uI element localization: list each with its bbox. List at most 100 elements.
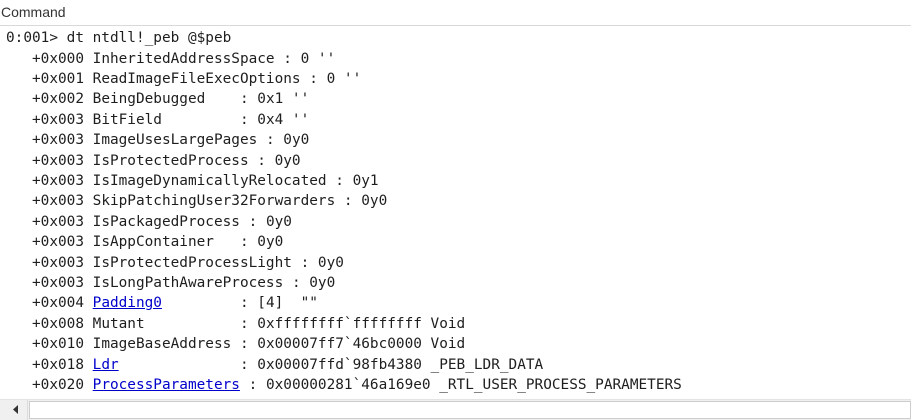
field-offset: +0x003	[32, 193, 84, 210]
row-gap	[84, 316, 93, 332]
row-gap	[84, 112, 93, 128]
field-padding	[240, 214, 249, 230]
struct-field-row: +0x004 Padding0 : [4] ""	[6, 293, 318, 313]
row-gap	[84, 91, 93, 107]
struct-field-row: +0x020 ProcessParameters : 0x00000281`46…	[6, 375, 682, 395]
row-indent	[6, 255, 32, 271]
struct-field-row: +0x003 BitField : 0x4 ''	[6, 110, 309, 130]
field-name: ReadImageFileExecOptions	[92, 71, 301, 87]
field-offset: +0x018	[32, 356, 84, 373]
field-padding	[214, 234, 240, 250]
field-name: Mutant	[92, 315, 145, 332]
field-padding	[257, 132, 266, 148]
field-padding	[162, 112, 240, 128]
row-indent	[6, 377, 32, 393]
field-value: : 0y0	[291, 275, 336, 291]
struct-field-row: +0x001 ReadImageFileExecOptions : 0 ''	[6, 69, 361, 89]
field-offset: +0x001	[32, 71, 84, 87]
field-padding	[292, 255, 301, 271]
row-indent	[6, 71, 32, 87]
field-value: : 0x00007ff7`46bc0000 Void	[239, 336, 466, 353]
row-gap	[84, 132, 93, 148]
window-title: Command	[1, 4, 66, 20]
field-offset: +0x000	[32, 50, 84, 67]
row-indent	[6, 275, 32, 291]
row-gap	[84, 336, 93, 352]
field-padding	[231, 336, 240, 352]
struct-field-row: +0x000 InheritedAddressSpace : 0 ''	[6, 49, 335, 69]
struct-field-row: +0x003 IsLongPathAwareProcess : 0y0	[6, 273, 335, 293]
row-gap	[84, 214, 93, 230]
field-name: ImageUsesLargePages	[92, 132, 258, 149]
field-name-link[interactable]: ProcessParameters	[93, 377, 240, 393]
field-value: : 0y0	[257, 152, 301, 169]
field-padding	[119, 357, 240, 373]
field-value: : [4] ""	[239, 295, 318, 312]
row-indent	[6, 132, 32, 148]
field-name: InheritedAddressSpace	[92, 50, 275, 67]
command-prompt: 0:001>	[6, 30, 67, 46]
field-value: : 0 ''	[309, 71, 362, 87]
field-offset: +0x002	[32, 91, 84, 108]
field-name-link[interactable]: Ldr	[93, 357, 119, 373]
row-indent	[6, 336, 32, 352]
field-value: : 0x1 ''	[239, 91, 310, 108]
field-offset: +0x003	[32, 173, 84, 189]
row-indent	[6, 112, 32, 128]
row-indent	[6, 91, 32, 107]
field-name: IsLongPathAwareProcess	[92, 275, 284, 291]
row-indent	[6, 214, 32, 230]
field-value: : 0y0	[239, 234, 284, 251]
row-gap	[84, 193, 93, 209]
struct-field-row: +0x010 ImageBaseAddress : 0x00007ff7`46b…	[6, 334, 465, 354]
row-gap	[84, 255, 93, 271]
field-value: : 0y0	[300, 254, 344, 271]
struct-field-row: +0x003 IsPackagedProcess : 0y0	[6, 212, 292, 232]
row-gap	[84, 357, 93, 373]
command-window: Command 0:001> dt ntdll!_peb @$peb +0x00…	[0, 0, 911, 420]
field-offset: +0x004	[32, 295, 84, 312]
field-value: : 0y0	[248, 213, 292, 230]
field-value: : 0xffffffff`ffffffff Void	[239, 315, 466, 332]
row-gap	[84, 173, 93, 189]
title-bar: Command	[0, 0, 911, 26]
field-offset: +0x003	[32, 254, 84, 271]
struct-field-row: +0x003 IsAppContainer : 0y0	[6, 232, 283, 252]
field-padding	[275, 51, 284, 67]
field-offset: +0x003	[32, 132, 84, 149]
field-padding	[283, 275, 292, 291]
struct-field-row: +0x003 IsProtectedProcess : 0y0	[6, 151, 301, 171]
field-padding	[162, 295, 240, 311]
field-name: IsPackagedProcess	[92, 213, 240, 230]
field-name: IsProtectedProcess	[92, 152, 249, 169]
struct-field-row: +0x018 Ldr : 0x00007ffd`98fb4380 _PEB_LD…	[6, 355, 543, 375]
scroll-thumb[interactable]	[29, 401, 911, 419]
row-indent	[6, 357, 32, 373]
row-indent	[6, 316, 32, 332]
field-name: IsAppContainer	[92, 234, 214, 251]
row-indent	[6, 173, 32, 189]
field-offset: +0x003	[32, 275, 84, 291]
field-padding	[145, 316, 240, 332]
field-padding	[205, 91, 240, 107]
field-offset: +0x003	[32, 234, 84, 251]
row-indent	[6, 234, 32, 250]
field-padding	[327, 173, 336, 189]
field-name: BeingDebugged	[92, 91, 206, 108]
field-name-link[interactable]: Padding0	[93, 295, 162, 311]
field-offset: +0x010	[32, 336, 84, 353]
row-indent	[6, 193, 32, 209]
struct-field-row: +0x003 IsProtectedProcessLight : 0y0	[6, 253, 344, 273]
scroll-left-button[interactable]	[0, 400, 28, 420]
field-value: : 0 ''	[283, 50, 336, 67]
struct-field-row: +0x002 BeingDebugged : 0x1 ''	[6, 89, 309, 109]
field-padding	[301, 71, 310, 87]
chevron-left-icon	[13, 405, 18, 414]
field-value: : 0x00000281`46a169e0 _RTL_USER_PROCESS_…	[248, 377, 682, 393]
field-name: IsImageDynamicallyRelocated	[92, 173, 327, 189]
horizontal-scrollbar[interactable]	[0, 399, 911, 420]
command-output[interactable]: 0:001> dt ntdll!_peb @$peb +0x000 Inheri…	[0, 28, 911, 398]
field-offset: +0x003	[32, 111, 84, 128]
field-padding	[240, 377, 249, 393]
row-indent	[6, 295, 32, 311]
